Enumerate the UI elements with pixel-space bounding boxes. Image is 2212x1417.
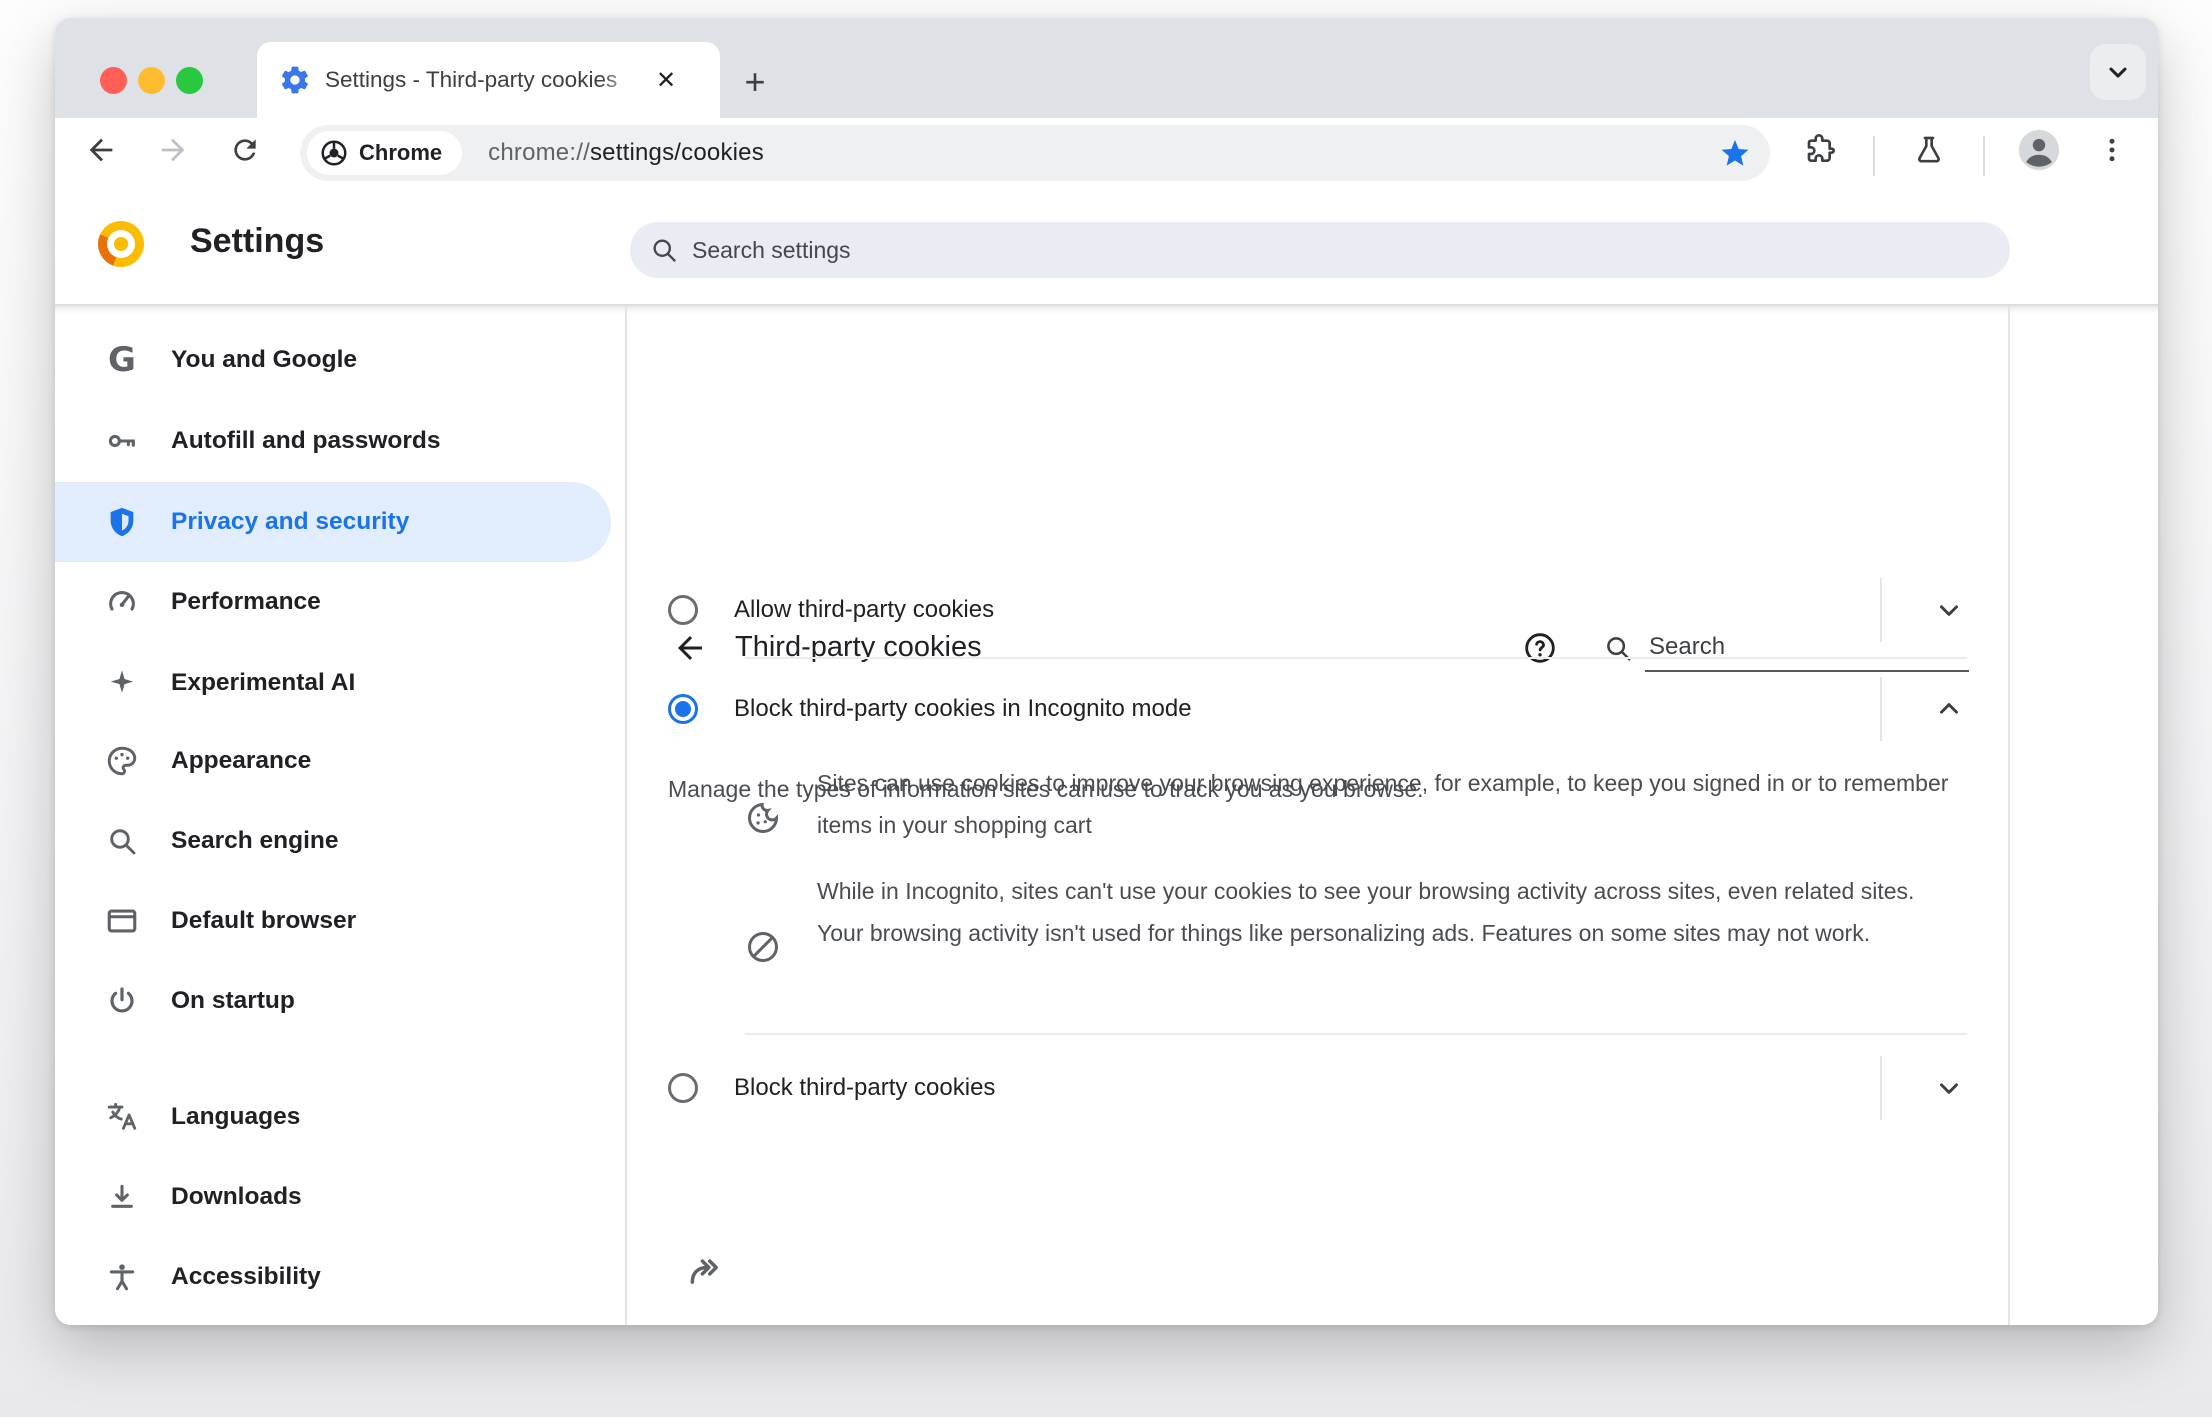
cookie-icon (745, 800, 781, 836)
speedometer-icon (105, 585, 139, 619)
sidebar-item-performance[interactable]: Performance (55, 562, 611, 642)
sidebar-item-you-and-google[interactable]: G You and Google (55, 320, 611, 400)
sidebar-item-on-startup[interactable]: On startup (55, 961, 611, 1041)
sidebar-item-experimental-ai[interactable]: Experimental AI (55, 643, 611, 723)
chevron-up-icon[interactable] (1927, 687, 1971, 731)
browser-window-icon (105, 904, 139, 938)
sidebar-item-label: Appearance (171, 747, 312, 774)
option-label: Block third-party cookies in Incognito m… (734, 695, 1192, 722)
settings-search-input[interactable]: Search settings (630, 222, 2010, 278)
search-icon (105, 824, 139, 858)
toolbar-separator (1873, 136, 1875, 176)
option-block-incognito[interactable]: Block third-party cookies in Incognito m… (668, 661, 2008, 757)
sidebar-item-downloads[interactable]: Downloads (55, 1157, 611, 1237)
translate-icon (105, 1100, 139, 1134)
forward-button[interactable] (147, 124, 199, 176)
sidebar-item-autofill[interactable]: Autofill and passwords (55, 401, 611, 481)
settings-logo (98, 221, 144, 267)
gear-icon (279, 64, 311, 96)
header-shadow (55, 306, 2158, 314)
bookmark-star-icon[interactable] (1718, 136, 1752, 170)
do-not-track-arrow-icon (685, 1251, 729, 1295)
search-icon (650, 236, 678, 264)
option-label: Allow third-party cookies (734, 596, 995, 623)
radio-unselected[interactable] (668, 595, 698, 625)
omnibox[interactable]: Chrome chrome://settings/cookies (300, 125, 1770, 181)
sidebar-item-label: Accessibility (171, 1263, 321, 1290)
sidebar-item-label: Search engine (171, 827, 339, 854)
zoom-window-button[interactable] (176, 67, 203, 94)
browser-toolbar: Chrome chrome://settings/cookies (55, 118, 2158, 195)
tab-title: Settings - Third-party cookies (325, 67, 618, 92)
settings-header: Settings Search settings (55, 195, 2158, 304)
reload-button[interactable] (219, 124, 271, 176)
url-text: chrome://settings/cookies (488, 139, 764, 167)
settings-body: G You and Google Autofill and passwords … (55, 306, 2158, 1325)
back-button[interactable] (75, 124, 127, 176)
sidebar-item-accessibility[interactable]: Accessibility (55, 1237, 611, 1317)
sidebar-item-label: On startup (171, 987, 295, 1014)
tab-title-fade (600, 50, 656, 110)
url-path: settings/cookies (589, 139, 764, 166)
labs-flask-icon[interactable] (1903, 124, 1955, 176)
active-tab[interactable]: Settings - Third-party cookies ✕ (257, 42, 720, 118)
sidebar-item-appearance[interactable]: Appearance (55, 721, 611, 801)
key-icon (105, 424, 139, 458)
browser-window: Settings - Third-party cookies ✕ + Chrom… (55, 18, 2158, 1325)
content-card-left-border (625, 306, 627, 1325)
minimize-window-button[interactable] (138, 67, 165, 94)
power-icon (105, 984, 139, 1018)
tab-search-button[interactable] (2090, 44, 2146, 100)
tab-strip: Settings - Third-party cookies ✕ + (55, 18, 2158, 118)
option-label: Block third-party cookies (734, 1074, 996, 1101)
new-tab-button[interactable]: + (727, 58, 783, 106)
google-g-icon: G (108, 340, 136, 380)
sidebar-item-privacy-and-security[interactable]: Privacy and security (55, 482, 611, 562)
sidebar-item-label: Autofill and passwords (171, 427, 441, 454)
sidebar-item-label: Default browser (171, 907, 357, 934)
site-chip[interactable]: Chrome (307, 131, 463, 175)
sparkle-icon (105, 666, 139, 700)
blocked-icon (745, 929, 781, 965)
sidebar-item-label: Experimental AI (171, 669, 356, 696)
sidebar-item-label: You and Google (171, 346, 358, 373)
sidebar-item-label: Privacy and security (171, 508, 410, 535)
sidebar-item-languages[interactable]: Languages (55, 1077, 611, 1157)
chrome-logo-icon (319, 138, 349, 168)
sidebar-item-label: Languages (171, 1103, 301, 1130)
accessibility-icon (105, 1260, 139, 1294)
site-chip-label: Chrome (359, 140, 443, 165)
shield-icon (105, 505, 139, 539)
row-separator (1880, 578, 1882, 642)
download-icon (105, 1180, 139, 1214)
settings-title: Settings (190, 222, 325, 260)
option-divider (745, 1033, 1967, 1035)
option-divider (745, 657, 1967, 659)
option-allow-third-party-cookies[interactable]: Allow third-party cookies (668, 562, 2008, 658)
profile-avatar[interactable] (2013, 124, 2065, 176)
palette-icon (105, 744, 139, 778)
sidebar-item-label: Performance (171, 588, 321, 615)
menu-kebab-icon[interactable] (2086, 124, 2138, 176)
detail-paragraph-incognito: While in Incognito, sites can't use your… (817, 878, 1915, 946)
extensions-icon[interactable] (1795, 124, 1847, 176)
row-separator (1880, 677, 1882, 741)
chevron-down-icon[interactable] (1927, 1066, 1971, 1110)
detail-paragraph-cookies: Sites can use cookies to improve your br… (817, 770, 1949, 838)
content-card-right-border (2008, 306, 2010, 1325)
url-scheme: chrome:// (488, 139, 590, 166)
row-separator (1880, 1056, 1882, 1120)
chevron-down-icon (2104, 58, 2132, 86)
close-window-button[interactable] (100, 67, 127, 94)
sidebar-item-label: Downloads (171, 1183, 302, 1210)
settings-search-placeholder: Search settings (692, 236, 851, 263)
radio-unselected[interactable] (668, 1073, 698, 1103)
toolbar-separator (1983, 136, 1985, 176)
chevron-down-icon[interactable] (1927, 588, 1971, 632)
option-block-third-party-cookies[interactable]: Block third-party cookies (668, 1040, 2008, 1136)
sidebar-item-search-engine[interactable]: Search engine (55, 801, 611, 881)
sidebar-item-default-browser[interactable]: Default browser (55, 881, 611, 961)
radio-selected[interactable] (668, 694, 698, 724)
